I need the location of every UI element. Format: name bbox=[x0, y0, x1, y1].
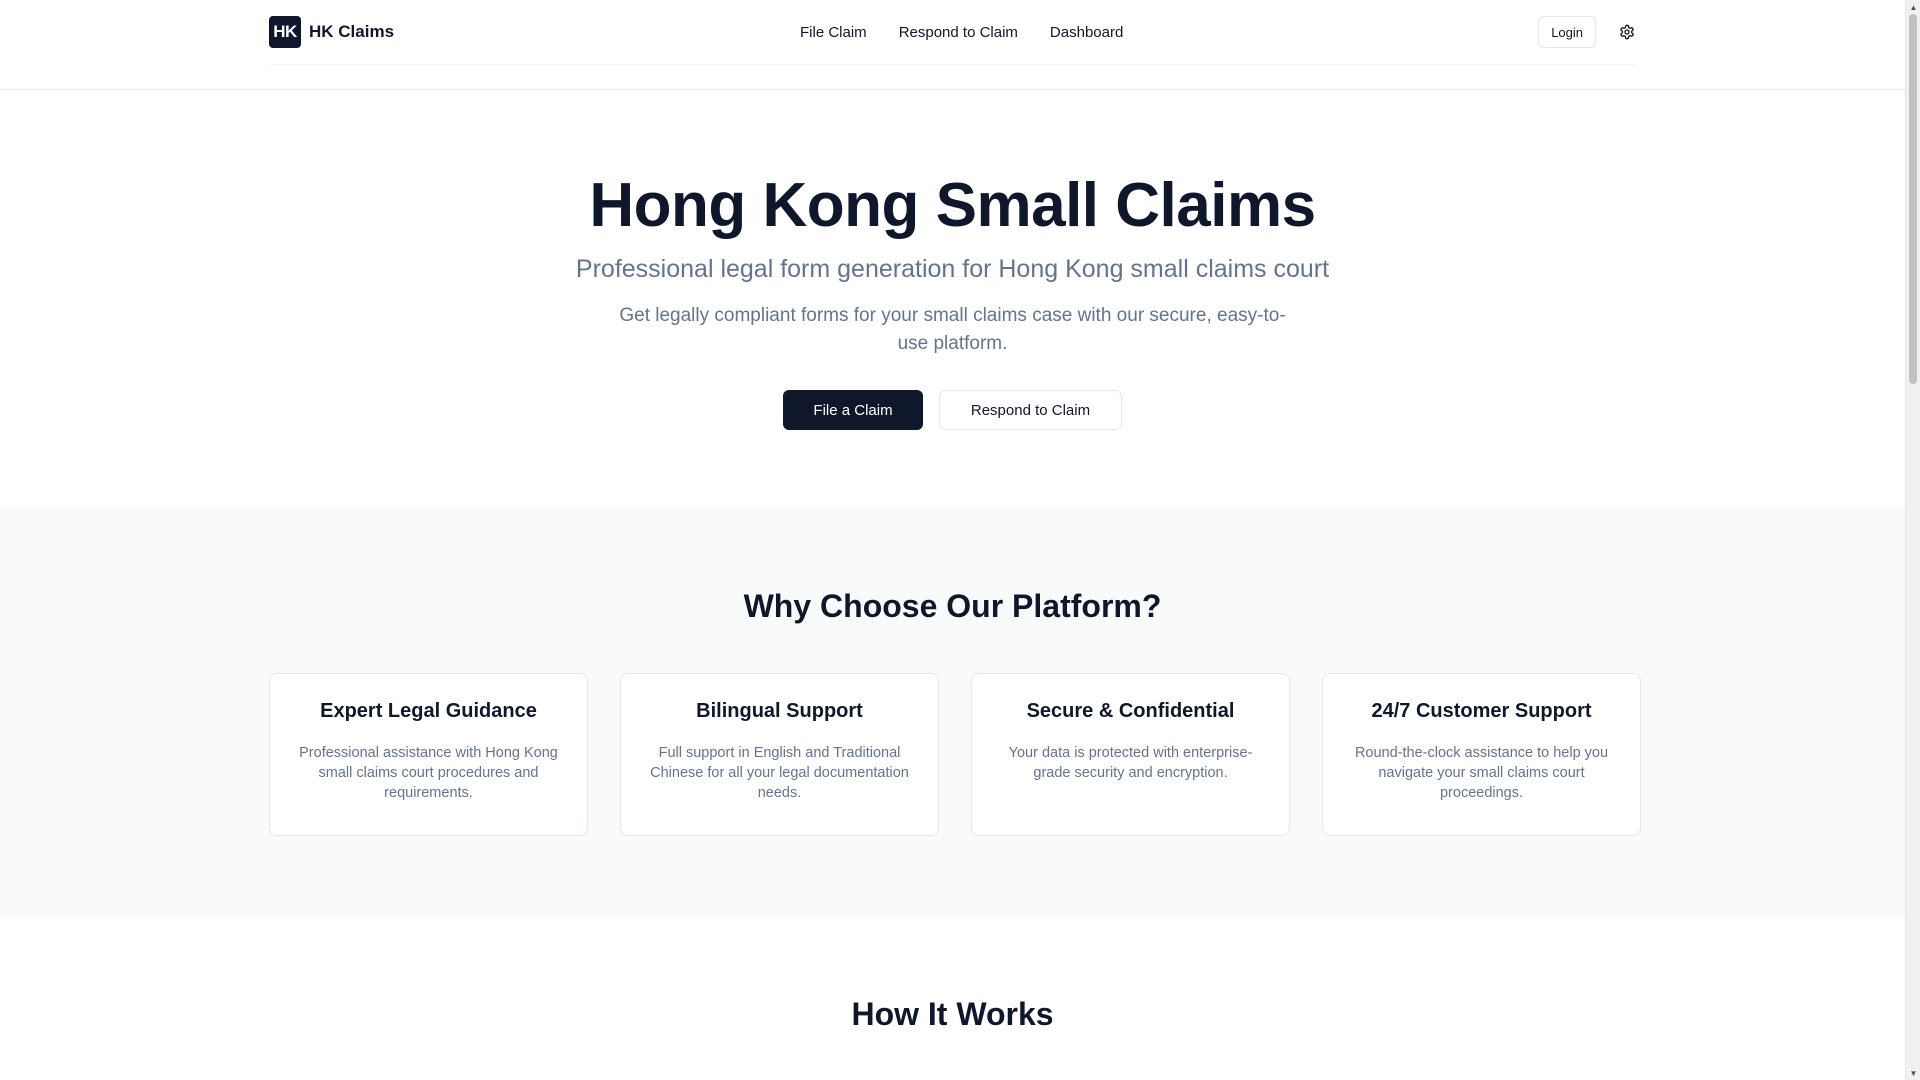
hero-section: Hong Kong Small Claims Professional lega… bbox=[0, 90, 1905, 508]
card-title: Secure & Confidential bbox=[1026, 700, 1235, 722]
nav-respond-to-claim[interactable]: Respond to Claim bbox=[899, 24, 1018, 41]
feature-card-secure: Secure & Confidential Your data is prote… bbox=[971, 673, 1290, 836]
card-title: Bilingual Support bbox=[696, 700, 863, 722]
card-title: Expert Legal Guidance bbox=[320, 700, 537, 722]
header-inner: HK HK Claims File Claim Respond to Claim… bbox=[269, 0, 1636, 65]
hero-title: Hong Kong Small Claims bbox=[589, 171, 1316, 240]
page: HK HK Claims File Claim Respond to Claim… bbox=[0, 0, 1905, 1080]
hero-buttons: File a Claim Respond to Claim bbox=[0, 390, 1905, 430]
hero-subtitle: Professional legal form generation for H… bbox=[575, 255, 1330, 283]
scroll-up-arrow-icon[interactable]: ▲ bbox=[1906, 0, 1920, 14]
feature-card-support: 24/7 Customer Support Round-the-clock as… bbox=[1322, 673, 1641, 836]
login-button[interactable]: Login bbox=[1538, 16, 1596, 48]
scroll-thumb[interactable] bbox=[1909, 14, 1917, 384]
how-it-works-section: How It Works bbox=[0, 916, 1905, 1080]
card-description: Full support in English and Traditional … bbox=[650, 745, 909, 801]
brand[interactable]: HK HK Claims bbox=[269, 16, 394, 48]
scroll-down-arrow-icon[interactable]: ▼ bbox=[1906, 1066, 1920, 1080]
feature-cards: Expert Legal Guidance Professional assis… bbox=[269, 673, 1641, 836]
site-header: HK HK Claims File Claim Respond to Claim… bbox=[0, 0, 1905, 90]
vertical-scrollbar[interactable]: ▲ ▼ bbox=[1905, 0, 1920, 1080]
features-section: Why Choose Our Platform? Expert Legal Gu… bbox=[0, 508, 1905, 916]
main-nav: File Claim Respond to Claim Dashboard bbox=[800, 0, 1123, 65]
how-it-works-title: How It Works bbox=[851, 996, 1054, 1032]
feature-card-legal-guidance: Expert Legal Guidance Professional assis… bbox=[269, 673, 588, 836]
gear-icon[interactable] bbox=[1618, 23, 1636, 41]
brand-name[interactable]: HK Claims bbox=[309, 22, 394, 42]
card-description: Your data is protected with enterprise-g… bbox=[1008, 745, 1253, 781]
header-actions: Login bbox=[1538, 16, 1636, 48]
file-claim-button[interactable]: File a Claim bbox=[783, 390, 923, 430]
nav-file-claim[interactable]: File Claim bbox=[800, 24, 867, 41]
features-title: Why Choose Our Platform? bbox=[743, 588, 1162, 624]
card-description: Round-the-clock assistance to help you n… bbox=[1354, 745, 1609, 801]
hero-description: Get legally compliant forms for your sma… bbox=[619, 305, 1286, 354]
card-title: 24/7 Customer Support bbox=[1371, 700, 1592, 722]
respond-to-claim-button[interactable]: Respond to Claim bbox=[939, 390, 1122, 430]
feature-card-bilingual: Bilingual Support Full support in Englis… bbox=[620, 673, 939, 836]
logo[interactable]: HK bbox=[269, 16, 301, 48]
nav-dashboard[interactable]: Dashboard bbox=[1050, 24, 1123, 41]
card-description: Professional assistance with Hong Kong s… bbox=[299, 745, 558, 801]
